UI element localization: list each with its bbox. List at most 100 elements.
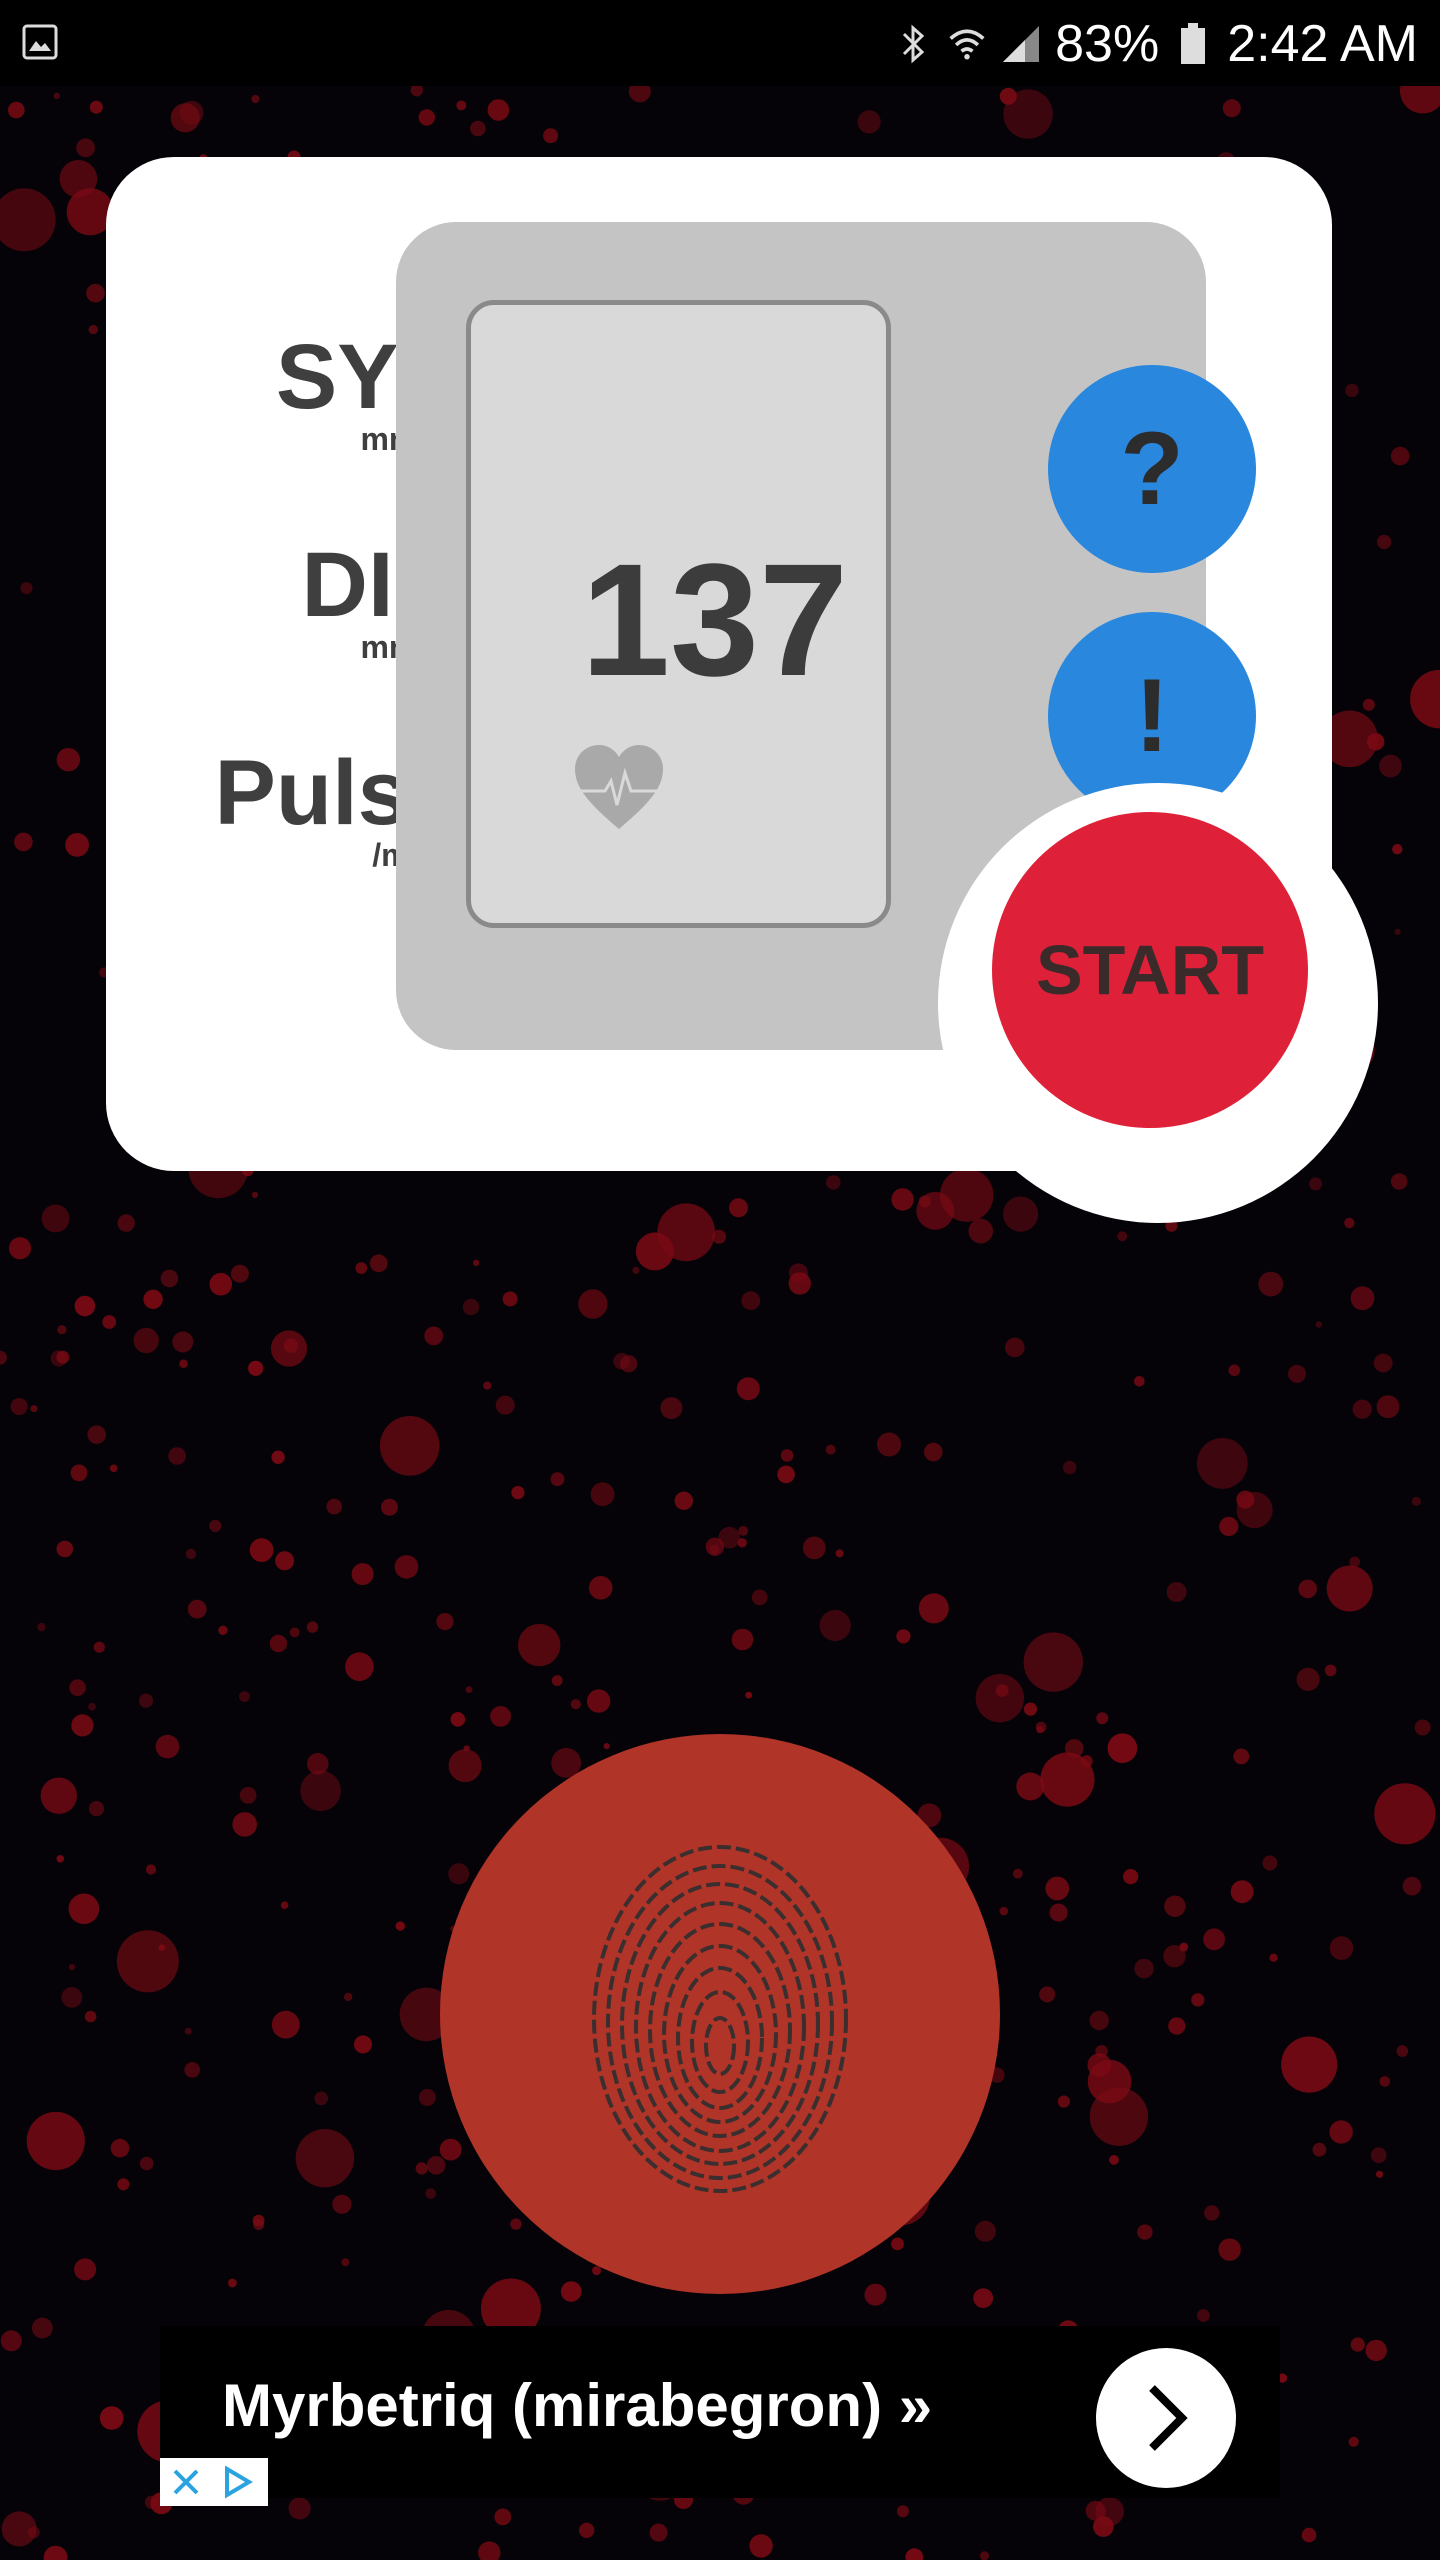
help-button[interactable]: ? (1048, 365, 1256, 573)
background-dot (660, 1397, 683, 1420)
background-dot (825, 1444, 836, 1455)
background-dot (1377, 534, 1392, 550)
background-dot (1396, 2045, 1409, 2057)
background-dot (590, 1482, 615, 1507)
background-dot (0, 188, 56, 252)
background-dot (973, 2288, 994, 2309)
background-dot (1362, 698, 1375, 711)
background-dot (232, 1812, 257, 1837)
background-dot (780, 1449, 794, 1462)
background-dot (379, 1416, 440, 1476)
background-dot (511, 1486, 525, 1500)
background-dot (490, 1706, 511, 1727)
background-dot (918, 1195, 931, 1208)
background-dot (271, 2010, 300, 2039)
background-dot (109, 1464, 118, 1473)
background-dot (1348, 2436, 1359, 2447)
background-dot (251, 1191, 259, 1199)
background-dot (381, 1498, 398, 1516)
background-dot (249, 1538, 274, 1562)
background-dot (143, 1289, 163, 1310)
background-dot (40, 1777, 77, 1814)
background-dot (802, 1536, 826, 1560)
background-dot (0, 2330, 22, 2352)
background-dot (1367, 733, 1385, 751)
background-dot (275, 1551, 295, 1571)
adchoices-icon[interactable] (212, 2458, 264, 2506)
background-dot (649, 2523, 668, 2542)
start-button[interactable]: START (992, 812, 1308, 1128)
background-dot (170, 103, 200, 133)
background-dot (632, 1266, 640, 1274)
ad-badge (160, 2458, 268, 2506)
background-dot (1166, 1582, 1187, 1602)
background-dot (819, 1609, 851, 1642)
background-dot (864, 2283, 887, 2306)
background-dot (295, 2129, 355, 2188)
background-dot (1005, 1337, 1025, 1358)
background-dot (736, 1377, 760, 1401)
background-dot (1288, 1364, 1306, 1383)
background-dot (1089, 2010, 1109, 2031)
background-dot (494, 2508, 512, 2526)
background-dot (1309, 1177, 1323, 1191)
background-dot (1269, 1953, 1278, 1962)
background-dot (1109, 2155, 1119, 2165)
background-dot (116, 1930, 179, 1993)
background-dot (424, 1326, 444, 1346)
background-dot (43, 2545, 68, 2560)
background-dot (877, 1432, 901, 1457)
background-dot (1370, 2147, 1387, 2164)
background-dot (110, 2138, 130, 2158)
background-dot (99, 2406, 124, 2430)
close-icon[interactable] (160, 2458, 212, 2506)
background-dot (57, 1325, 67, 1335)
background-dot (248, 1360, 264, 1376)
background-dot (239, 1691, 250, 1702)
background-dot (1063, 1460, 1077, 1475)
background-dot (1057, 2095, 1070, 2108)
background-dot (88, 1702, 96, 1711)
background-dot (71, 1714, 94, 1737)
background-dot (139, 2156, 154, 2171)
ad-text[interactable]: Myrbetriq (mirabegron) » (222, 2366, 932, 2446)
background-dot (462, 1298, 480, 1316)
background-dot (415, 2162, 428, 2175)
background-dot (344, 1992, 353, 2002)
background-dot (1376, 2170, 1384, 2178)
background-dot (280, 1901, 289, 1909)
background-dot (896, 1629, 911, 1644)
background-dot (1402, 1876, 1422, 1896)
background-dot (448, 1749, 482, 1783)
background-dot (905, 2548, 924, 2560)
background-dot (341, 2258, 350, 2267)
background-dot (426, 2156, 446, 2175)
fingerprint-scan-button[interactable] (440, 1734, 1000, 2294)
background-dot (1196, 1438, 1248, 1489)
wifi-icon (947, 24, 987, 64)
background-dot (50, 1350, 67, 1367)
background-dot (974, 2220, 996, 2242)
background-dot (355, 1262, 368, 1274)
background-dot (31, 2317, 53, 2339)
ad-banner[interactable]: Myrbetriq (mirabegron) » (160, 2326, 1280, 2506)
background-dot (979, 2551, 990, 2560)
ad-open-button[interactable] (1096, 2348, 1236, 2488)
background-dot (741, 1291, 761, 1311)
background-dot (88, 324, 99, 335)
background-dot (117, 2178, 130, 2191)
background-dot (751, 1589, 768, 1606)
background-dot (592, 2266, 602, 2276)
background-dot (74, 2258, 97, 2281)
background-dot (674, 1491, 693, 1511)
background-dot (1301, 2527, 1317, 2543)
background-dot (41, 1204, 70, 1233)
background-dot (1345, 383, 1359, 398)
background-dot (1296, 1667, 1320, 1691)
gallery-icon (22, 24, 58, 60)
background-dot (737, 1538, 747, 1548)
background-dot (418, 2089, 436, 2106)
background-dot (168, 1447, 186, 1465)
background-dot (1365, 2339, 1387, 2362)
background-dot (209, 1519, 222, 1532)
